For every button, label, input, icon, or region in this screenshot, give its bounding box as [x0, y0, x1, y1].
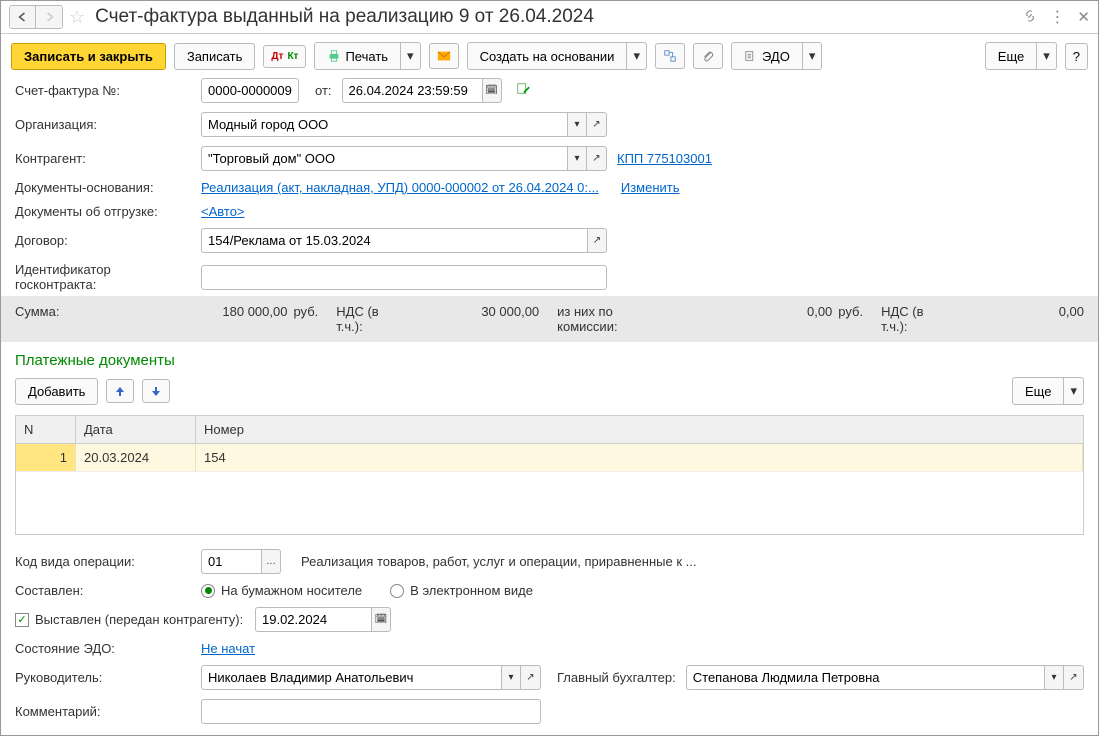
attach-button[interactable]	[693, 43, 723, 69]
close-icon[interactable]: ✕	[1077, 8, 1090, 26]
goscontract-label: Идентификатор госконтракта:	[15, 262, 191, 292]
add-row-button[interactable]: Добавить	[15, 378, 98, 405]
paydocs-title: Платежные документы	[1, 346, 1098, 373]
open-icon[interactable]: ↗	[587, 228, 607, 253]
dtkt-button[interactable]: ДтКт	[263, 45, 306, 68]
contragent-input[interactable]: ▾ ↗	[201, 146, 607, 171]
open-icon[interactable]: ↗	[521, 665, 541, 690]
print-button[interactable]: Печать ▾	[314, 42, 420, 70]
nav-back[interactable]	[10, 6, 36, 28]
contract-label: Договор:	[15, 233, 191, 248]
vat2-label: НДС (в т.ч.):	[881, 304, 946, 334]
contract-input[interactable]: ↗	[201, 228, 607, 253]
basis-label: Документы-основания:	[15, 180, 191, 195]
save-button[interactable]: Записать	[174, 43, 256, 70]
opcode-input[interactable]: …	[201, 549, 281, 574]
open-icon[interactable]: ↗	[587, 146, 607, 171]
date-input[interactable]: 🗓	[342, 78, 502, 103]
edo-button[interactable]: ЭДО ▾	[731, 42, 822, 70]
composed-electronic-radio[interactable]: В электронном виде	[390, 583, 533, 598]
invoice-no-label: Счет-фактура №:	[15, 83, 191, 98]
calendar-icon[interactable]: 🗓	[371, 607, 391, 632]
issued-date-input[interactable]: 🗓	[255, 607, 391, 632]
accountant-label: Главный бухгалтер:	[557, 670, 676, 685]
ellipsis-icon[interactable]: …	[261, 549, 281, 574]
sum-label: Сумма:	[15, 304, 59, 334]
nav-forward[interactable]	[36, 6, 62, 28]
composed-paper-radio[interactable]: На бумажном носителе	[201, 583, 362, 598]
email-button[interactable]	[429, 43, 459, 69]
col-n[interactable]: N	[16, 416, 76, 443]
basis-link[interactable]: Реализация (акт, накладная, УПД) 0000-00…	[201, 180, 599, 195]
edo-state-label: Состояние ЭДО:	[15, 641, 191, 656]
org-label: Организация:	[15, 117, 191, 132]
goscontract-input[interactable]	[201, 265, 607, 290]
from-label: от:	[315, 83, 332, 98]
invoice-no-input[interactable]	[201, 78, 299, 103]
more-button[interactable]: Еще ▾	[985, 42, 1057, 70]
table-row[interactable]: 120.03.2024154	[16, 444, 1083, 472]
head-label: Руководитель:	[15, 670, 191, 685]
vat-value: 30 000,00	[459, 304, 539, 334]
open-icon[interactable]: ↗	[587, 112, 607, 137]
structure-button[interactable]	[655, 43, 685, 69]
comment-label: Комментарий:	[15, 704, 191, 719]
dropdown-icon[interactable]: ▾	[567, 112, 587, 137]
move-up-button[interactable]	[106, 379, 134, 403]
edo-state-link[interactable]: Не начат	[201, 641, 255, 656]
issued-checkbox[interactable]: ✓Выставлен (передан контрагенту):	[15, 612, 245, 627]
save-close-button[interactable]: Записать и закрыть	[11, 43, 166, 70]
shipdocs-label: Документы об отгрузке:	[15, 204, 191, 219]
posted-icon	[516, 82, 530, 99]
comm-value: 0,00	[752, 304, 832, 334]
open-icon[interactable]: ↗	[1064, 665, 1084, 690]
sum-value: 180 000,00	[207, 304, 287, 334]
paydocs-more-button[interactable]: Еще ▾	[1012, 377, 1084, 405]
dropdown-icon[interactable]: ▾	[1044, 665, 1064, 690]
move-down-button[interactable]	[142, 379, 170, 403]
calendar-icon[interactable]: 🗓	[482, 78, 502, 103]
accountant-input[interactable]: ▾ ↗	[686, 665, 1084, 690]
link-icon[interactable]	[1023, 9, 1037, 26]
dropdown-icon[interactable]: ▾	[501, 665, 521, 690]
opcode-label: Код вида операции:	[15, 554, 191, 569]
contragent-label: Контрагент:	[15, 151, 191, 166]
dropdown-icon[interactable]: ▾	[567, 146, 587, 171]
help-button[interactable]: ?	[1065, 43, 1088, 70]
comm-label: из них по комиссии:	[557, 304, 664, 334]
kpp-link[interactable]: КПП 775103001	[617, 151, 712, 166]
shipdocs-link[interactable]: <Авто>	[201, 204, 245, 219]
vat2-value: 0,00	[1004, 304, 1084, 334]
favorite-star-icon[interactable]: ☆	[69, 7, 85, 28]
comment-input[interactable]	[201, 699, 541, 724]
opcode-desc: Реализация товаров, работ, услуг и опера…	[301, 554, 696, 569]
kebab-menu-icon[interactable]: ⋮	[1049, 7, 1065, 27]
create-based-button[interactable]: Создать на основании ▾	[467, 42, 647, 70]
col-num[interactable]: Номер	[196, 416, 1083, 443]
composed-label: Составлен:	[15, 583, 191, 598]
col-date[interactable]: Дата	[76, 416, 196, 443]
window-title: Счет-фактура выданный на реализацию 9 от…	[95, 6, 1017, 28]
change-link[interactable]: Изменить	[621, 180, 680, 195]
org-input[interactable]: ▾ ↗	[201, 112, 607, 137]
vat-label: НДС (в т.ч.):	[336, 304, 401, 334]
paydocs-table: N Дата Номер 120.03.2024154	[15, 415, 1084, 535]
head-input[interactable]: ▾ ↗	[201, 665, 541, 690]
